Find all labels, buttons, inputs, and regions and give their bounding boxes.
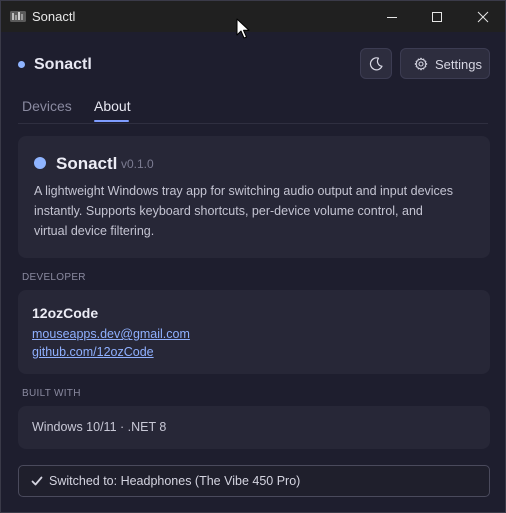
developer-section-label: DEVELOPER xyxy=(22,272,86,283)
app-status-dot xyxy=(34,157,46,169)
about-card: Sonactl v0.1.0 A lightweight Windows tra… xyxy=(18,136,490,258)
gear-icon xyxy=(414,57,428,71)
email-link[interactable]: mouseapps.dev@gmail.com xyxy=(32,327,190,341)
developer-card: 12ozCode mouseapps.dev@gmail.com github.… xyxy=(18,290,490,374)
mouse-cursor-icon xyxy=(236,18,250,39)
maximize-button[interactable] xyxy=(414,1,460,32)
window-title: Sonactl xyxy=(32,9,76,24)
moon-icon xyxy=(369,56,383,70)
app-logo-icon xyxy=(10,11,26,22)
about-app-name: Sonactl xyxy=(56,154,118,173)
developer-name: 12ozCode xyxy=(32,305,99,321)
minimize-button[interactable] xyxy=(369,1,415,32)
built-with-section-label: BUILT WITH xyxy=(22,388,81,399)
header-app-name: Sonactl xyxy=(34,56,92,73)
settings-label: Settings xyxy=(435,57,482,72)
checkmark-icon xyxy=(31,476,43,486)
github-link[interactable]: github.com/12ozCode xyxy=(32,345,154,359)
status-message: Switched to: Headphones (The Vibe 450 Pr… xyxy=(49,474,301,488)
built-with-text: Windows 10/11 · .NET 8 xyxy=(32,420,167,434)
theme-toggle-button[interactable] xyxy=(360,48,392,79)
status-dot xyxy=(18,61,25,68)
tab-about[interactable]: About xyxy=(94,98,131,114)
app-description: A lightweight Windows tray app for switc… xyxy=(34,184,453,238)
active-tab-indicator xyxy=(94,120,129,122)
close-icon xyxy=(477,11,489,22)
built-with-card: Windows 10/11 · .NET 8 xyxy=(18,406,490,449)
title-bar[interactable]: Sonactl xyxy=(1,1,505,32)
tab-devices[interactable]: Devices xyxy=(22,98,72,114)
status-toast: Switched to: Headphones (The Vibe 450 Pr… xyxy=(18,465,490,497)
app-version: v0.1.0 xyxy=(121,157,154,171)
close-button[interactable] xyxy=(460,1,505,32)
app-window: Sonactl Sonactl Settings Devices About S… xyxy=(0,0,506,513)
minimize-icon xyxy=(387,16,397,18)
settings-button[interactable]: Settings xyxy=(400,48,490,79)
maximize-icon xyxy=(432,11,442,22)
tab-divider xyxy=(18,123,488,124)
